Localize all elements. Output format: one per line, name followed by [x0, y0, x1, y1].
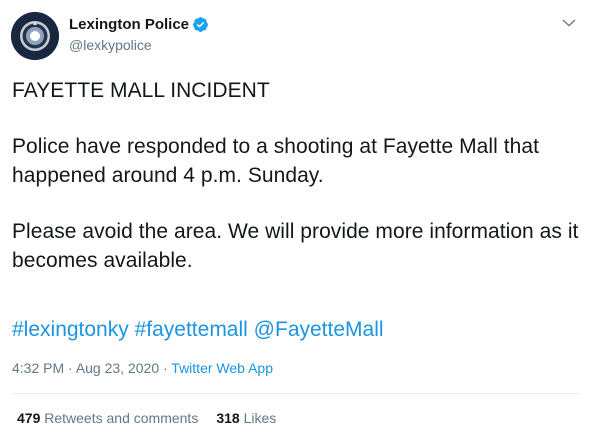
likes-label: Likes — [243, 410, 277, 426]
tweet-metadata: 4:32 PM · Aug 23, 2020 · Twitter Web App — [12, 359, 273, 378]
hashtag-link[interactable]: #fayettemall — [135, 318, 248, 341]
account-handle[interactable]: @lexkypolice — [69, 36, 209, 55]
source-app-link[interactable]: Twitter Web App — [171, 360, 273, 376]
mention-link[interactable]: @FayetteMall — [254, 318, 384, 341]
tweet-stats: 479 Retweets and comments 318 Likes — [17, 409, 276, 428]
police-badge-icon — [11, 12, 59, 60]
likes-stat[interactable]: 318 Likes — [216, 410, 276, 426]
timestamp[interactable]: 4:32 PM · Aug 23, 2020 · — [12, 360, 171, 376]
tweet-card: Lexington Police @lexkypolice FAYETTE MA… — [0, 0, 592, 437]
display-name-row[interactable]: Lexington Police — [69, 15, 209, 34]
tweet-headline: FAYETTE MALL INCIDENT — [12, 79, 270, 102]
retweets-count: 479 — [17, 410, 41, 426]
divider — [12, 393, 580, 394]
avatar[interactable] — [11, 12, 59, 60]
author-info: Lexington Police @lexkypolice — [69, 15, 209, 55]
tweet-paragraph: Please avoid the area. We will provide m… — [12, 220, 579, 272]
retweets-stat[interactable]: 479 Retweets and comments — [17, 410, 198, 426]
tweet-paragraph: Police have responded to a shooting at F… — [12, 135, 539, 187]
hashtag-link[interactable]: #lexingtonky — [12, 318, 129, 341]
likes-count: 318 — [216, 410, 240, 426]
chevron-down-icon[interactable] — [560, 14, 578, 32]
tweet-links: #lexingtonky #fayettemall @FayetteMall — [12, 315, 384, 344]
verified-badge-icon — [193, 17, 208, 32]
retweets-label: Retweets and comments — [44, 410, 199, 426]
tweet-text: FAYETTE MALL INCIDENT Police have respon… — [12, 76, 584, 275]
display-name[interactable]: Lexington Police — [69, 15, 189, 34]
